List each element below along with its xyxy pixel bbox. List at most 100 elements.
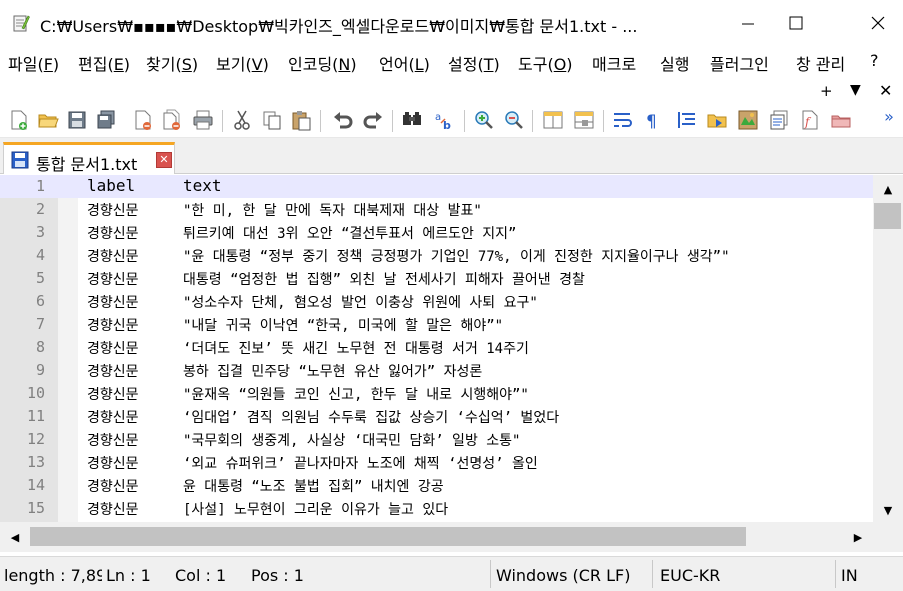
label-column-text: 경향신문	[87, 341, 139, 357]
status-line: Ln : 1	[106, 566, 151, 585]
scroll-corner	[873, 522, 903, 552]
show-all-chars-button[interactable]: ¶	[640, 107, 666, 133]
open-file-button[interactable]	[35, 107, 61, 133]
tab-label: 통합 문서1.txt	[36, 155, 138, 174]
zoom-in-button[interactable]	[471, 107, 497, 133]
text-column-text: ‘외교 슈퍼위크’ 끝나자마자 노조에 채찍 ‘선명성’ 올인	[183, 456, 538, 472]
menu-file[interactable]: 파일(F)	[8, 51, 59, 75]
scroll-up-button[interactable]: ▲	[873, 177, 903, 201]
maximize-icon	[789, 16, 803, 30]
copy-icon	[263, 111, 281, 130]
line-content: 경향신문 튀르키예 대선 3위 오안 “결선투표서 에르도안 지지”	[87, 223, 516, 243]
scroll-right-button[interactable]: ▶	[845, 522, 871, 552]
menu-help[interactable]: ?	[870, 51, 879, 70]
folder-as-workspace-button[interactable]	[704, 107, 730, 133]
tab-close-button[interactable]: ✕	[156, 152, 172, 168]
macro-stop-button[interactable]	[828, 107, 854, 133]
toolbar-separator	[603, 110, 604, 132]
sync-horizontal-button[interactable]	[571, 107, 597, 133]
menu-plugins[interactable]: 플러그인	[710, 51, 769, 75]
paste-button[interactable]	[288, 107, 314, 133]
vertical-scrollbar[interactable]: ▲ ▼	[873, 175, 903, 522]
notepad-app-icon	[13, 15, 30, 32]
editor-line[interactable]: 2 경향신문 "한 미, 한 달 만에 독자 대북제재 대상 발표"	[0, 198, 873, 221]
status-length: length : 7,89	[4, 566, 102, 585]
macro-record-icon: f	[802, 110, 818, 130]
scroll-down-button[interactable]: ▼	[873, 498, 903, 522]
print-button[interactable]	[190, 107, 216, 133]
horizontal-scroll-thumb[interactable]	[30, 527, 746, 546]
svg-text:a: a	[435, 112, 441, 123]
editor-line[interactable]: 13 경향신문 ‘외교 슈퍼위크’ 끝나자마자 노조에 채찍 ‘선명성’ 올인	[0, 451, 873, 474]
editor-line[interactable]: 5 경향신문 대통령 “엄정한 법 집행” 외친 날 전세사기 피해자 끌어낸 경찰	[0, 267, 873, 290]
paste-icon	[292, 111, 311, 131]
menu-encoding[interactable]: 인코딩(N)	[288, 51, 357, 75]
editor-line[interactable]: 12 경향신문 "국무회의 생중계, 사실상 ‘대국민 담화’ 일방 소통"	[0, 428, 873, 451]
indent-guide-button[interactable]	[674, 107, 700, 133]
function-list-button[interactable]	[766, 107, 792, 133]
menu-run[interactable]: 실행	[660, 51, 689, 75]
toolbar-separator	[464, 110, 465, 132]
toolbar-overflow-button[interactable]: »	[876, 103, 902, 129]
undo-icon	[334, 112, 353, 129]
editor-line[interactable]: 10 경향신문 "윤재옥 “의원들 코인 신고, 한두 달 내로 시행해야”"	[0, 382, 873, 405]
menu-tools[interactable]: 도구(O)	[518, 51, 573, 75]
open-file-icon	[38, 114, 59, 128]
editor-line[interactable]: 4 경향신문 "윤 대통령 “정부 중기 정책 긍정평가 기업인 77%, 이게 진…	[0, 244, 873, 267]
editor-line[interactable]: 15 경향신문 [사설] 노무현이 그리운 이유가 늘고 있다	[0, 497, 873, 520]
editor-line[interactable]: 14 경향신문 윤 대통령 “노조 불법 집회” 내치엔 강공	[0, 474, 873, 497]
close-window-button[interactable]	[855, 0, 901, 46]
tab-document[interactable]: 통합 문서1.txt ✕	[3, 142, 175, 174]
minimize-button[interactable]	[725, 0, 771, 46]
text-column-text: "국무회의 생중계, 사실상 ‘대국민 담화’ 일방 소통"	[183, 433, 521, 449]
close-all-button[interactable]	[159, 107, 185, 133]
toolbar-separator	[392, 110, 393, 132]
label-column-text: 경향신문	[87, 502, 139, 518]
line-number: 15	[26, 499, 45, 517]
text-editor[interactable]: 1 label text 2 경향신문 "한 미, 한 달 만에 독자 대북제재 대상 발…	[0, 175, 873, 522]
menu-search[interactable]: 찾기(S)	[146, 51, 198, 75]
editor-line[interactable]: 1 label text	[0, 175, 873, 198]
cut-button[interactable]	[229, 107, 255, 133]
status-eol-format[interactable]: Windows (CR LF)	[496, 566, 630, 585]
menu-language[interactable]: 언어(L)	[379, 51, 430, 75]
redo-button[interactable]	[360, 107, 386, 133]
sync-vertical-icon	[543, 111, 563, 129]
replace-button[interactable]: ab	[432, 107, 458, 133]
editor-line[interactable]: 7 경향신문 "내달 귀국 이낙연 “한국, 미국에 할 말은 해야”"	[0, 313, 873, 336]
toolbar-separator	[532, 110, 533, 132]
find-button[interactable]	[399, 107, 425, 133]
horizontal-scrollbar[interactable]: ◀ ▶	[0, 522, 873, 552]
undo-button[interactable]	[330, 107, 356, 133]
word-wrap-button[interactable]	[610, 107, 636, 133]
text-column-text: ‘임대업’ 겸직 의원님 수두룩 집값 상승기 ‘수십억’ 벌었다	[183, 410, 560, 426]
editor-line[interactable]: 9 경향신문 봉하 집결 민주당 “노무현 유산 잃어가” 자성론	[0, 359, 873, 382]
minimize-icon	[742, 23, 754, 25]
document-map-button[interactable]	[735, 107, 761, 133]
editor-line[interactable]: 11 경향신문 ‘임대업’ 겸직 의원님 수두룩 집값 상승기 ‘수십억’ 벌었다	[0, 405, 873, 428]
status-insert-mode: IN	[841, 566, 858, 585]
zoom-out-button[interactable]	[501, 107, 527, 133]
editor-line[interactable]: 6 경향신문 "성소수자 단체, 혐오성 발언 이충상 위원에 사퇴 요구"	[0, 290, 873, 313]
close-file-button[interactable]	[130, 107, 156, 133]
menu-view[interactable]: 보기(V)	[216, 51, 269, 75]
save-all-button[interactable]	[93, 107, 119, 133]
text-column-text: 봉하 집결 민주당 “노무현 유산 잃어가” 자성론	[183, 364, 483, 380]
status-separator	[835, 560, 836, 588]
status-encoding[interactable]: EUC-KR	[660, 566, 720, 585]
macro-record-button[interactable]: f	[797, 107, 823, 133]
editor-line[interactable]: 3 경향신문 튀르키예 대선 3위 오안 “결선투표서 에르도안 지지”	[0, 221, 873, 244]
menu-settings[interactable]: 설정(T)	[448, 51, 500, 75]
menu-macro[interactable]: 매크로	[592, 51, 636, 75]
scroll-left-button[interactable]: ◀	[2, 522, 28, 552]
copy-button[interactable]	[259, 107, 285, 133]
status-separator	[652, 560, 653, 588]
new-file-button[interactable]	[6, 107, 32, 133]
editor-line[interactable]: 8 경향신문 ‘더뎌도 진보’ 뜻 새긴 노무현 전 대통령 서거 14주기	[0, 336, 873, 359]
menu-window[interactable]: 창 관리	[796, 51, 845, 75]
maximize-button[interactable]	[773, 0, 819, 46]
sync-vertical-button[interactable]	[540, 107, 566, 133]
vertical-scroll-thumb[interactable]	[874, 203, 901, 229]
save-button[interactable]	[64, 107, 90, 133]
menu-edit[interactable]: 편집(E)	[78, 51, 130, 75]
